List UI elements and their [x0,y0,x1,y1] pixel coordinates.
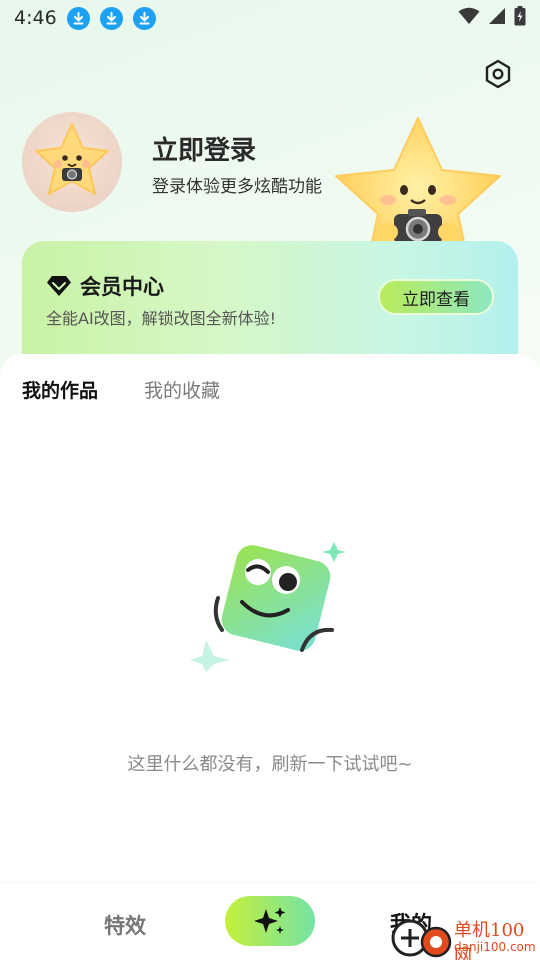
download-icon [99,6,123,30]
tab-my-favorites[interactable]: 我的收藏 [144,376,220,403]
status-bar: 4:46 [0,0,540,36]
view-member-button[interactable]: 立即查看 [378,279,494,315]
content-panel: 我的作品 我的收藏 这里什么都没有，刷新一下试试吧~ [0,354,540,884]
avatar[interactable] [22,112,122,212]
member-subtitle: 全能AI改图，解锁改图全新体验! [46,309,277,328]
nav-effects[interactable]: 特效 [104,910,146,940]
diamond-icon [47,276,71,296]
login-subtitle: 登录体验更多炫酷功能 [152,177,322,197]
gear-icon [485,59,511,89]
empty-state-message: 这里什么都没有，刷新一下试试吧~ [127,754,413,775]
login-title[interactable]: 立即登录 [152,130,256,167]
nav-create-button[interactable] [225,896,315,946]
status-time: 4:46 [14,7,57,29]
star-mascot-image [318,110,518,271]
empty-state-illustration [190,532,350,672]
signal-icon [488,7,506,29]
tabs: 我的作品 我的收藏 [22,376,220,403]
watermark-url: danji100.com [454,940,536,954]
tab-my-works[interactable]: 我的作品 [22,376,98,403]
download-icon [132,6,156,30]
member-title-row: 会员中心 [46,271,164,301]
settings-button[interactable] [482,58,514,90]
sparkle-icon [254,907,286,934]
site-watermark: 单机100网 danji100.com [390,912,540,960]
battery-icon [514,6,526,30]
member-title: 会员中心 [80,275,164,299]
watermark-logo-icon [391,919,452,958]
wifi-icon [458,7,480,29]
download-icon [66,6,90,30]
